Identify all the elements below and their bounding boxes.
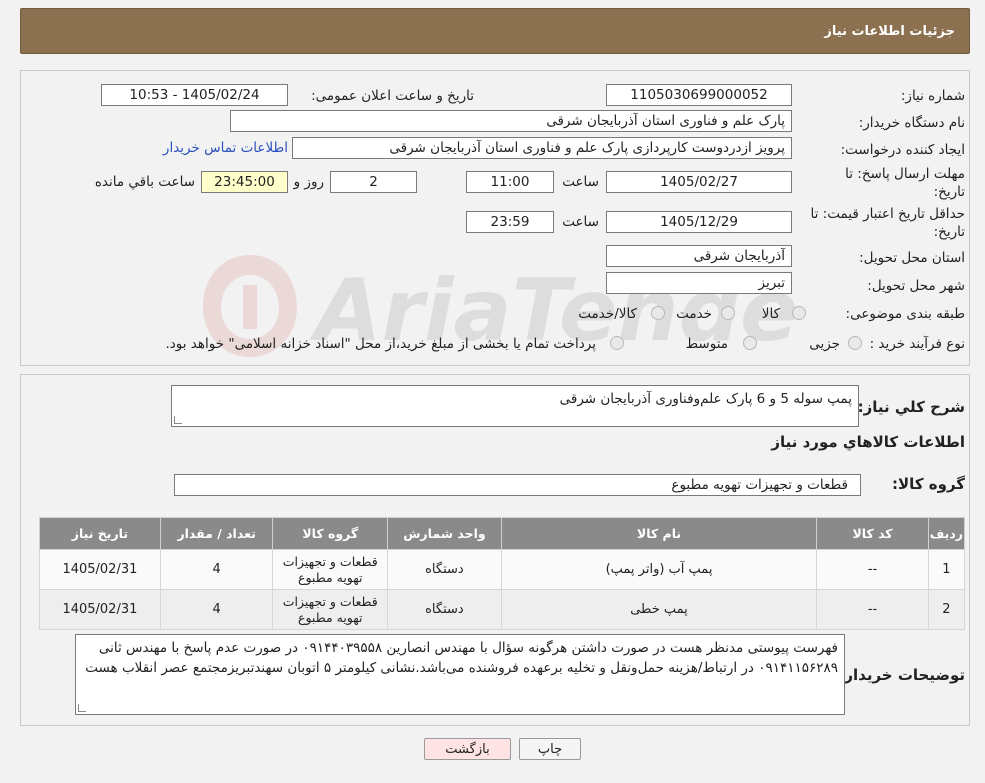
province-field: آذربایجان شرقی <box>606 245 792 267</box>
requester-field: پرویز ازدردوست کارپردازی پارک علم و فناو… <box>292 137 792 159</box>
cell-name: پمپ آب (واتر پمپ) <box>500 549 818 590</box>
validity-time-field: 23:59 <box>466 211 554 233</box>
process-medium-label: متوسط <box>685 336 728 352</box>
category-service-radio[interactable] <box>721 306 735 320</box>
need-number-label: شماره نیاز: <box>900 88 965 104</box>
page-title: جزئیات اطلاعات نیاز <box>824 23 955 39</box>
remaining-label: ساعت باقي مانده <box>94 174 195 190</box>
summary-label: شرح کلي نیاز: <box>857 398 965 416</box>
category-goods-label: کالا <box>761 306 780 322</box>
resize-grip-icon[interactable] <box>174 416 182 424</box>
summary-text: پمپ سوله 5 و 6 پارک علم‌وفناوری آذربایجا… <box>559 391 852 407</box>
deadline-date-field: 1405/02/27 <box>606 171 792 193</box>
resize-grip-icon[interactable] <box>78 704 86 712</box>
buyer-org-field: پارک علم و فناوری استان آذربایجان شرقی <box>230 110 792 132</box>
deadline-label: مهلت ارسال پاسخ: تا <box>845 166 965 182</box>
col-header-name: نام کالا <box>500 517 818 550</box>
process-minor-label: جزیی <box>809 336 840 352</box>
goods-group-field: قطعات و تجهیزات تهویه مطبوع <box>174 474 861 496</box>
back-button[interactable]: بازگشت <box>424 738 511 760</box>
cell-group: قطعات و تجهیزات تهویه مطبوع <box>272 589 389 630</box>
process-treasury-checkbox[interactable] <box>610 336 624 350</box>
cell-quantity: 4 <box>159 549 274 590</box>
requester-label: ایجاد کننده درخواست: <box>840 142 965 158</box>
cell-date: 1405/02/31 <box>39 549 161 590</box>
process-label: نوع فرآیند خرید : <box>869 336 965 352</box>
table-header-row: ردیف کد کالا نام کالا واحد شمارش گروه کا… <box>39 517 966 550</box>
cell-row-number: 1 <box>927 549 966 590</box>
validity-label: حداقل تاریخ اعتبار قیمت: تا <box>810 206 965 222</box>
cell-code: -- <box>816 589 929 630</box>
goods-table: ردیف کد کالا نام کالا واحد شمارش گروه کا… <box>39 517 966 630</box>
province-label: استان محل تحویل: <box>859 250 965 266</box>
category-goods-service-label: کالا/خدمت <box>578 306 637 322</box>
cell-unit: دستگاه <box>387 549 502 590</box>
cell-row-number: 2 <box>927 589 966 630</box>
buyer-contact-link[interactable]: اطلاعات تماس خریدار <box>163 140 288 156</box>
page-header: جزئیات اطلاعات نیاز <box>20 8 970 54</box>
remaining-time-field: 23:45:00 <box>201 171 288 193</box>
buyer-notes-label: توضیحات خریدار: <box>838 666 965 684</box>
category-goods-service-radio[interactable] <box>651 306 665 320</box>
table-row: 1 -- پمپ آب (واتر پمپ) دستگاه قطعات و تج… <box>39 549 966 590</box>
cell-quantity: 4 <box>159 589 274 630</box>
validity-label-date: تاریخ: <box>933 224 965 240</box>
summary-textarea[interactable]: پمپ سوله 5 و 6 پارک علم‌وفناوری آذربایجا… <box>171 385 859 427</box>
goods-section-title: اطلاعات کالاهاي مورد نیاز <box>771 433 965 451</box>
cell-name: پمپ خطی <box>500 589 818 630</box>
cell-date: 1405/02/31 <box>39 589 161 630</box>
process-medium-radio[interactable] <box>743 336 757 350</box>
category-service-label: خدمت <box>676 306 712 322</box>
process-note: پرداخت تمام یا بخشی از مبلغ خرید،از محل … <box>165 336 596 352</box>
goods-group-label: گروه کالا: <box>892 475 965 493</box>
city-label: شهر محل تحویل: <box>867 278 965 294</box>
col-header-unit: واحد شمارش <box>387 517 502 550</box>
category-label: طبقه بندی موضوعی: <box>845 306 965 322</box>
deadline-time-label: ساعت <box>562 174 599 190</box>
validity-date-field: 1405/12/29 <box>606 211 792 233</box>
col-header-group: گروه کالا <box>272 517 389 550</box>
validity-time-label: ساعت <box>562 214 599 230</box>
table-row: 2 -- پمپ خطی دستگاه قطعات و تجهیزات تهوی… <box>39 589 966 630</box>
announce-field: 1405/02/24 - 10:53 <box>101 84 288 106</box>
deadline-label-date: تاریخ: <box>933 184 965 200</box>
cell-unit: دستگاه <box>387 589 502 630</box>
days-label: روز و <box>293 174 324 190</box>
buyer-notes-textarea[interactable]: فهرست پیوستی مدنظر هست در صورت داشتن هرگ… <box>75 634 845 715</box>
need-number-field: 1105030699000052 <box>606 84 792 106</box>
col-header-date: تاریخ نیاز <box>39 517 161 550</box>
col-header-quantity: تعداد / مقدار <box>159 517 274 550</box>
buyer-notes-text: فهرست پیوستی مدنظر هست در صورت داشتن هرگ… <box>85 640 838 676</box>
process-minor-radio[interactable] <box>848 336 862 350</box>
buyer-org-label: نام دستگاه خریدار: <box>858 115 965 131</box>
days-field: 2 <box>330 171 417 193</box>
cell-code: -- <box>816 549 929 590</box>
announce-label: تاریخ و ساعت اعلان عمومی: <box>311 88 474 104</box>
city-field: تبریز <box>606 272 792 294</box>
category-goods-radio[interactable] <box>792 306 806 320</box>
col-header-row-number: ردیف <box>927 517 966 550</box>
print-button[interactable]: چاپ <box>519 738 581 760</box>
cell-group: قطعات و تجهیزات تهویه مطبوع <box>272 549 389 590</box>
col-header-code: کد کالا <box>816 517 929 550</box>
deadline-time-field: 11:00 <box>466 171 554 193</box>
